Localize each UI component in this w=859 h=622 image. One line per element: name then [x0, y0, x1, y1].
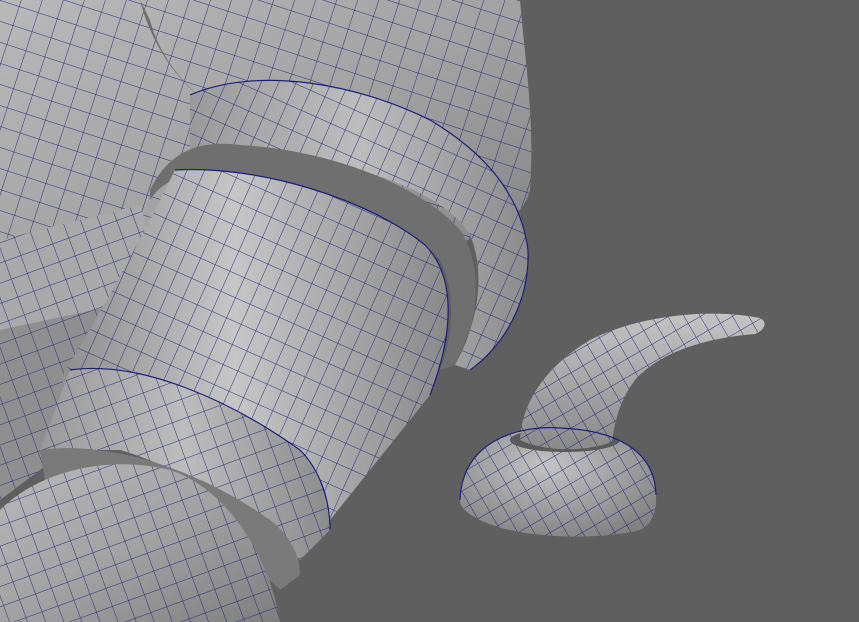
- 3d-viewport[interactable]: [0, 0, 859, 622]
- viewport-canvas[interactable]: [0, 0, 859, 622]
